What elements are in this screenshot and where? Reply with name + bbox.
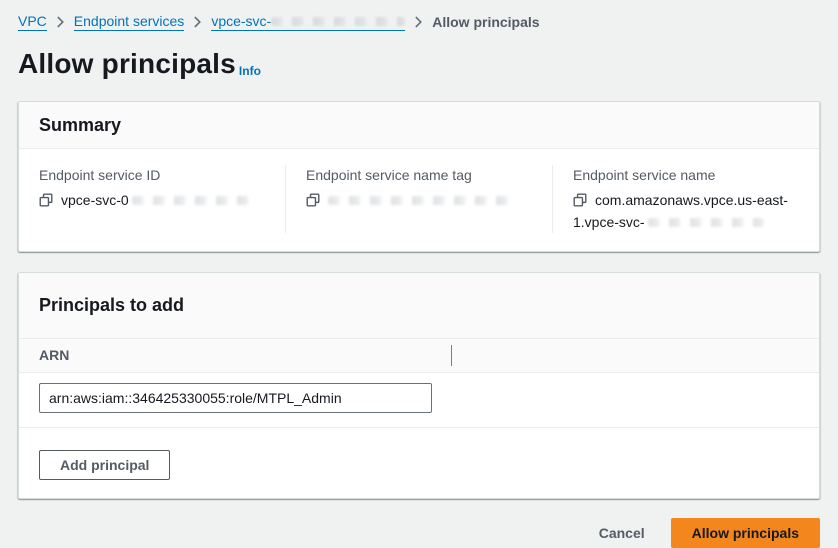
info-link[interactable]: Info: [236, 64, 261, 81]
summary-body: Endpoint service ID vpce-svc-0 Endpoint …: [19, 149, 819, 251]
breadcrumb-link-service-id[interactable]: vpce-svc-: [211, 12, 405, 31]
copy-icon[interactable]: [573, 193, 587, 207]
arn-column-header: ARN: [19, 339, 819, 373]
column-divider: [451, 345, 452, 366]
page-title: Allow principals: [18, 47, 236, 81]
redacted-text: [648, 218, 764, 227]
allow-principals-page: VPC Endpoint services vpce-svc- Allow pr…: [0, 0, 838, 548]
summary-card-header: Summary: [19, 102, 819, 149]
field-label: Endpoint service name: [573, 165, 799, 185]
page-title-row: Allow principals Info: [18, 47, 820, 81]
summary-card: Summary Endpoint service ID vpce-svc-0 E…: [18, 101, 820, 252]
summary-title: Summary: [39, 115, 799, 135]
redacted-text: [271, 17, 405, 26]
summary-field-endpoint-service-id: Endpoint service ID vpce-svc-0: [19, 165, 285, 233]
arn-input-row: [19, 373, 819, 428]
footer-actions: Cancel Allow principals: [18, 518, 820, 548]
field-value: vpce-svc-0: [39, 189, 265, 211]
add-principal-button[interactable]: Add principal: [39, 450, 170, 480]
breadcrumb: VPC Endpoint services vpce-svc- Allow pr…: [18, 12, 820, 31]
breadcrumb-link-vpc[interactable]: VPC: [18, 12, 47, 31]
redacted-text: [132, 196, 250, 205]
breadcrumb-current: Allow principals: [432, 13, 539, 31]
arn-column-label: ARN: [39, 347, 69, 363]
redacted-text: [328, 196, 510, 205]
principals-title: Principals to add: [39, 294, 799, 316]
field-label: Endpoint service ID: [39, 165, 265, 185]
principals-card-footer: Add principal: [19, 428, 819, 498]
copy-icon[interactable]: [39, 193, 53, 207]
field-value: [306, 189, 532, 211]
principals-card-header: Principals to add: [19, 273, 819, 339]
chevron-right-icon: [414, 16, 423, 28]
summary-field-endpoint-service-name-tag: Endpoint service name tag: [285, 165, 552, 233]
field-value-text: vpce-svc-0: [61, 192, 129, 208]
chevron-right-icon: [56, 16, 65, 28]
principals-to-add-card: Principals to add ARN Add principal: [18, 272, 820, 499]
field-label: Endpoint service name tag: [306, 165, 532, 185]
arn-input[interactable]: [39, 383, 432, 413]
breadcrumb-link-endpoint-services[interactable]: Endpoint services: [74, 12, 185, 31]
cancel-button[interactable]: Cancel: [599, 520, 645, 546]
service-id-prefix: vpce-svc-: [211, 12, 271, 30]
field-value: com.amazonaws.vpce.us-east-1.vpce-svc-: [573, 189, 799, 233]
chevron-right-icon: [193, 16, 202, 28]
copy-icon[interactable]: [306, 193, 320, 207]
summary-field-endpoint-service-name: Endpoint service name com.amazonaws.vpce…: [552, 165, 819, 233]
allow-principals-button[interactable]: Allow principals: [671, 518, 820, 548]
